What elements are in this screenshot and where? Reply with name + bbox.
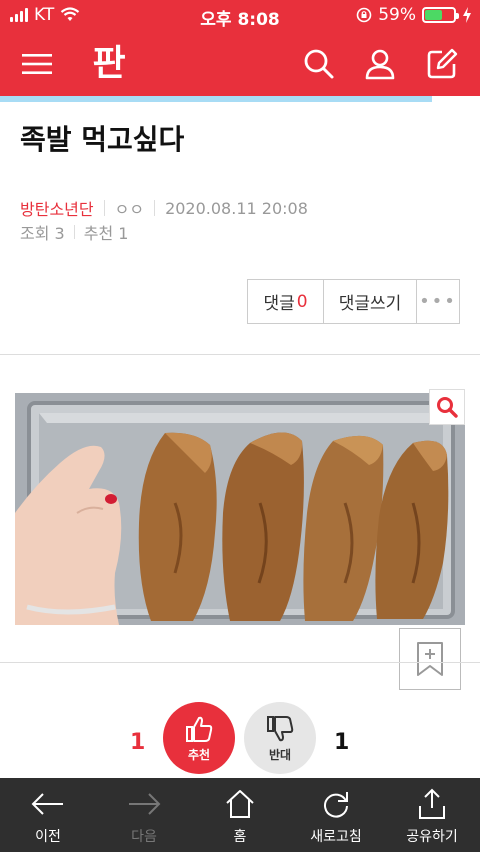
bookmark-button[interactable] (399, 628, 461, 690)
refresh-icon (324, 792, 348, 818)
home-button[interactable]: 홈 (192, 778, 288, 852)
share-label: 공유하기 (406, 829, 458, 845)
author-link[interactable]: 방탄소년단 (20, 196, 94, 220)
downvote-count: 1 (334, 730, 350, 755)
user-icon (365, 49, 395, 80)
back-button[interactable]: 이전 (0, 778, 96, 852)
recommend-count: 추천 1 (83, 224, 129, 243)
comments-label: 댓글 (263, 294, 295, 314)
write-comment-button[interactable]: 댓글쓰기 (324, 280, 417, 323)
post-datetime: 2020.08.11 20:08 (165, 198, 308, 218)
orientation-lock-icon (356, 7, 372, 23)
post-stats: 조회 3 추천 1 (20, 220, 128, 244)
battery-icon (422, 7, 459, 23)
upvote-count: 1 (130, 730, 146, 755)
battery-percent: 59% (378, 5, 416, 25)
arrow-left-icon (31, 793, 63, 815)
zoom-button[interactable] (429, 389, 465, 425)
top-bar: KT 오후 8:08 59% 판 (0, 0, 480, 96)
comment-actions: 댓글 0 댓글쓰기 ••• (247, 279, 460, 324)
comments-button[interactable]: 댓글 0 (248, 280, 324, 323)
menu-button[interactable] (15, 42, 59, 86)
bookmark-add-icon (417, 642, 443, 676)
charging-icon (463, 7, 471, 23)
downvote-button[interactable]: 반대 (244, 702, 316, 774)
magnifier-icon (437, 397, 458, 418)
post-meta: 방탄소년단 ㅇㅇ 2020.08.11 20:08 (20, 196, 308, 220)
meta-divider (154, 200, 156, 216)
arrow-right-icon (129, 793, 161, 815)
forward-button[interactable]: 다음 (96, 778, 192, 852)
forward-label: 다음 (131, 829, 157, 845)
meta-divider (103, 200, 105, 216)
menu-icon (22, 54, 52, 74)
upvote-label: 추천 (187, 747, 211, 762)
screen: KT 오후 8:08 59% 판 족발 먹고싶다 방탄소년단 ㅇㅇ 2020.0… (0, 0, 480, 852)
reading-progress-bar (0, 96, 432, 102)
search-button[interactable] (297, 42, 341, 86)
meta-divider (73, 225, 75, 239)
pig-trotters-photo (15, 393, 465, 625)
more-button[interactable]: ••• (417, 280, 459, 323)
divider (0, 662, 480, 663)
back-label: 이전 (35, 829, 61, 845)
author-extra: ㅇㅇ (114, 200, 145, 219)
user-button[interactable] (358, 42, 402, 86)
home-label: 홈 (233, 829, 247, 845)
thumbs-down-icon (267, 715, 294, 741)
upvote-button[interactable]: 추천 (163, 702, 235, 774)
downvote-label: 반대 (268, 747, 292, 762)
refresh-button[interactable]: 새로고침 (288, 778, 384, 852)
nav-bar: 판 (0, 32, 480, 96)
home-icon (226, 790, 254, 818)
write-button[interactable] (420, 42, 464, 86)
divider (0, 354, 480, 355)
share-icon (419, 788, 445, 819)
status-bar: KT 오후 8:08 59% (0, 0, 480, 32)
share-button[interactable]: 공유하기 (384, 778, 480, 852)
post-image[interactable] (15, 393, 465, 625)
search-icon (304, 49, 334, 79)
bottom-toolbar: 이전 다음 홈 새로고침 공유하기 (0, 778, 480, 852)
post-title: 족발 먹고싶다 (20, 123, 185, 156)
thumbs-up-icon (186, 716, 213, 742)
comments-count: 0 (296, 291, 308, 312)
refresh-label: 새로고침 (310, 829, 362, 845)
edit-icon (427, 48, 458, 79)
view-count: 조회 3 (20, 224, 65, 243)
logo[interactable]: 판 (84, 40, 134, 88)
